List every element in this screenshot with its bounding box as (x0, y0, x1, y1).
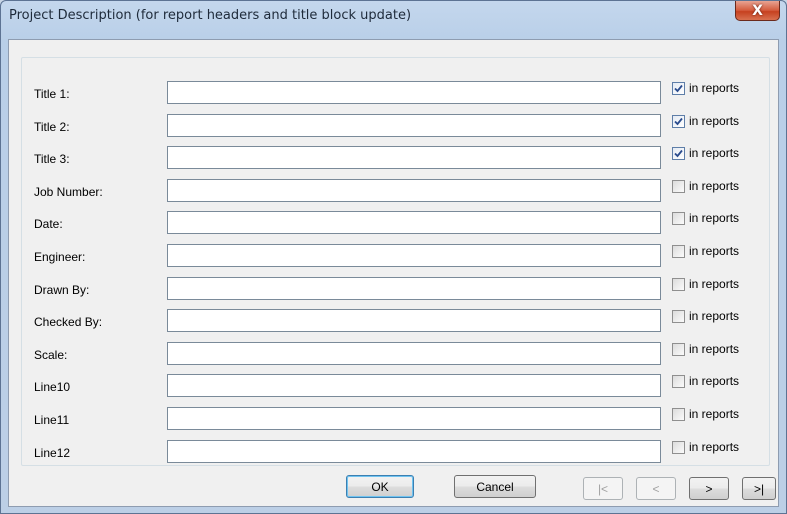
field-row: Title 1: in reports (9, 81, 780, 107)
text-field[interactable] (167, 374, 661, 397)
field-label: Title 2: (34, 120, 70, 134)
field-row: Engineer: in reports (9, 244, 780, 270)
text-field[interactable] (167, 211, 661, 234)
in-reports-label: in reports (689, 342, 740, 356)
field-label: Engineer: (34, 250, 86, 264)
text-field[interactable] (167, 440, 661, 463)
field-label: Drawn By: (34, 283, 90, 297)
text-field[interactable] (167, 244, 661, 267)
checkmark-icon (674, 117, 683, 126)
field-label: Line10 (34, 380, 71, 394)
project-description-dialog: Project Description (for report headers … (0, 0, 787, 514)
in-reports-label: in reports (689, 277, 740, 291)
text-field[interactable] (167, 179, 661, 202)
last-record-button[interactable]: >| (742, 477, 776, 500)
field-row: Line10 in reports (9, 374, 780, 400)
in-reports-checkbox[interactable] (672, 375, 685, 388)
field-row: Drawn By: in reports (9, 277, 780, 303)
text-field[interactable] (167, 81, 661, 104)
field-row: Date: in reports (9, 211, 780, 237)
text-field[interactable] (167, 407, 661, 430)
window-title: Project Description (for report headers … (9, 8, 412, 23)
previous-record-button[interactable]: < (636, 477, 676, 500)
checkmark-icon (674, 149, 683, 158)
in-reports-label: in reports (689, 309, 740, 323)
text-field[interactable] (167, 146, 661, 169)
in-reports-label: in reports (689, 244, 740, 258)
field-row: Checked By: in reports (9, 309, 780, 335)
in-reports-checkbox[interactable] (672, 245, 685, 258)
cancel-button[interactable]: Cancel (454, 475, 536, 498)
field-row: Job Number: in reports (9, 179, 780, 205)
in-reports-checkbox[interactable] (672, 147, 685, 160)
text-field[interactable] (167, 277, 661, 300)
text-field[interactable] (167, 114, 661, 137)
field-label: Job Number: (34, 185, 103, 199)
dialog-body: Title 1: in reports Title 2: in reports Titl… (8, 39, 779, 507)
in-reports-checkbox[interactable] (672, 408, 685, 421)
field-row: Title 3: in reports (9, 146, 780, 172)
field-label: Title 3: (34, 152, 70, 166)
in-reports-label: in reports (689, 374, 740, 388)
field-row: Title 2: in reports (9, 114, 780, 140)
field-label: Line11 (34, 413, 70, 427)
in-reports-label: in reports (689, 211, 740, 225)
in-reports-checkbox[interactable] (672, 180, 685, 193)
in-reports-checkbox[interactable] (672, 343, 685, 356)
in-reports-label: in reports (689, 81, 740, 95)
ok-button[interactable]: OK (346, 475, 414, 498)
in-reports-checkbox[interactable] (672, 115, 685, 128)
first-record-button[interactable]: |< (583, 477, 623, 500)
in-reports-checkbox[interactable] (672, 212, 685, 225)
in-reports-checkbox[interactable] (672, 82, 685, 95)
field-label: Line12 (34, 446, 71, 460)
in-reports-label: in reports (689, 114, 740, 128)
in-reports-label: in reports (689, 179, 740, 193)
in-reports-checkbox[interactable] (672, 441, 685, 454)
field-row: Line11 in reports (9, 407, 780, 433)
field-label: Date: (34, 217, 63, 231)
checkmark-icon (674, 84, 683, 93)
field-label: Scale: (34, 348, 68, 362)
title-bar[interactable]: Project Description (for report headers … (1, 1, 786, 31)
field-label: Title 1: (34, 87, 70, 101)
in-reports-checkbox[interactable] (672, 278, 685, 291)
next-record-button[interactable]: > (689, 477, 729, 500)
in-reports-checkbox[interactable] (672, 310, 685, 323)
text-field[interactable] (167, 342, 661, 365)
close-button[interactable]: X (735, 1, 780, 21)
close-icon: X (752, 2, 763, 19)
text-field[interactable] (167, 309, 661, 332)
in-reports-label: in reports (689, 146, 740, 160)
field-row: Scale: in reports (9, 342, 780, 368)
in-reports-label: in reports (689, 407, 740, 421)
in-reports-label: in reports (689, 440, 740, 454)
field-label: Checked By: (34, 315, 103, 329)
field-row: Line12 in reports (9, 440, 780, 466)
